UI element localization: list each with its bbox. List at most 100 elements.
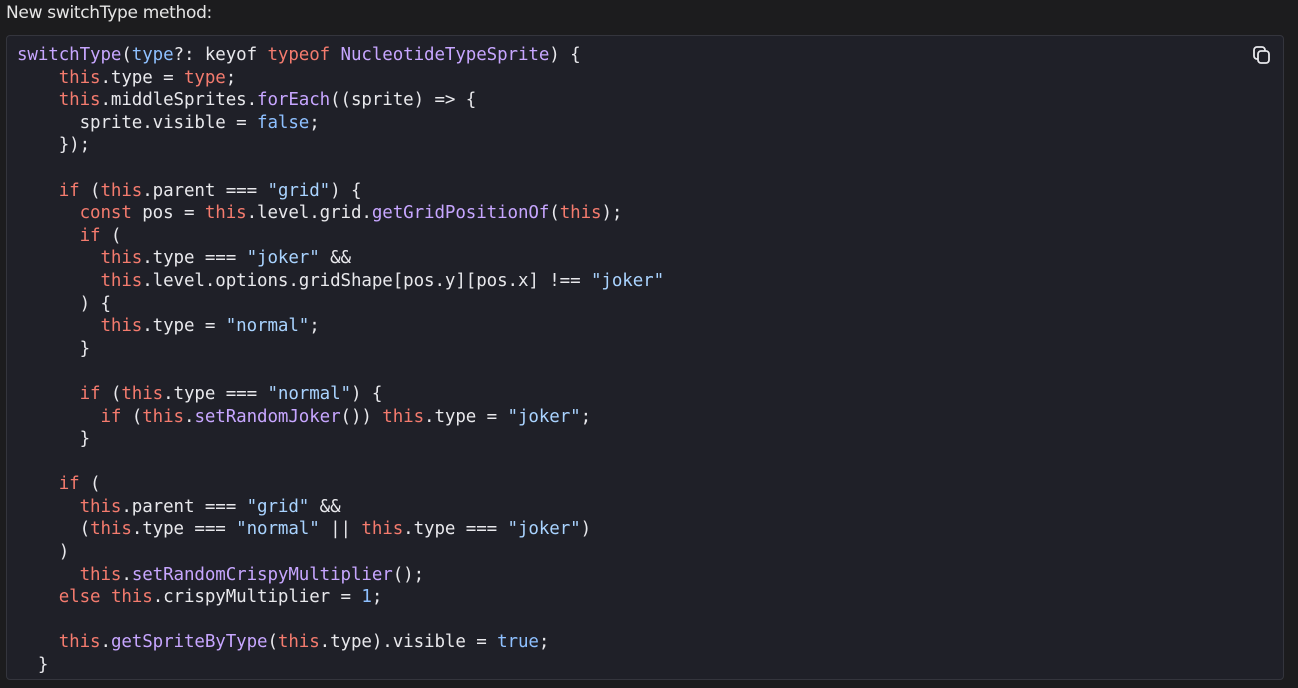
code-token-plain: ( — [549, 203, 560, 224]
code-line: if ( — [17, 225, 664, 248]
code-token-func: getSpriteByType — [110, 632, 268, 653]
code-token-func: getGridPositionOf — [371, 203, 550, 224]
code-token-plain: ; — [309, 316, 320, 337]
code-token-this: this — [361, 519, 404, 540]
code-line: this.type = type; — [17, 67, 664, 90]
code-token-plain: ( — [100, 383, 122, 404]
code-token-func: forEach — [257, 90, 331, 111]
code-line: this.middleSprites.forEach((sprite) => { — [17, 89, 664, 112]
code-token-this: this — [100, 270, 143, 291]
code-line: this.type = "normal"; — [17, 315, 664, 338]
code-token-plain: .type === — [163, 383, 268, 404]
code-token-plain: ) — [17, 542, 70, 563]
code-token-plain: ((sprite) => { — [330, 90, 477, 111]
code-token-this: this — [142, 406, 184, 427]
code-token-plain: . — [121, 564, 132, 585]
code-token-str: "normal" — [225, 316, 310, 337]
code-token-plain: ) { — [549, 45, 581, 65]
code-token-kw: typeof — [267, 45, 331, 65]
code-token-func: setRandomJoker — [194, 406, 341, 427]
code-token-plain: ()) — [340, 406, 383, 427]
code-token-str: "joker" — [507, 406, 581, 427]
code-token-plain: ( — [121, 45, 132, 65]
code-token-plain: ?: keyof — [173, 45, 268, 65]
code-line: if (this.setRandomJoker()) this.type = "… — [17, 406, 664, 429]
code-token-plain: ) — [580, 519, 592, 540]
code-token-plain: . — [184, 406, 195, 427]
code-token-bool: true — [497, 632, 539, 653]
code-token-plain: .crispyMultiplier = — [152, 587, 362, 608]
code-token-this: this — [79, 564, 122, 585]
code-token-plain: .level.options.gridShape[pos.y][pos.x] !… — [142, 270, 591, 291]
code-token-plain: ( — [79, 180, 101, 201]
code-token-plain: ( — [17, 519, 91, 540]
code-token-kw: if — [58, 474, 80, 495]
code-token-str: "grid" — [267, 180, 331, 201]
code-line: sprite.visible = false; — [17, 112, 664, 135]
code-content: switchType(type?: keyof typeof Nucleotid… — [17, 44, 664, 677]
code-token-this: this — [58, 90, 101, 111]
code-token-plain: ) { — [330, 180, 362, 201]
code-token-this: this — [79, 496, 122, 517]
code-token-plain: } — [17, 429, 91, 450]
code-token-this: this — [559, 203, 602, 224]
code-token-plain: } — [17, 338, 91, 359]
code-line: this.level.options.gridShape[pos.y][pos.… — [17, 270, 665, 293]
code-token-plain: . — [100, 632, 112, 653]
code-token-plain: ; — [538, 632, 550, 653]
code-token-plain: .type = — [142, 316, 226, 337]
code-token-str: "joker" — [507, 519, 581, 540]
code-token-func: setRandomCrispyMultiplier — [131, 564, 393, 585]
code-token-plain: .type = — [100, 67, 184, 88]
code-token-this: this — [100, 248, 143, 269]
code-token-plain: && — [309, 496, 341, 517]
code-line: if (this.type === "normal") { — [17, 383, 664, 406]
code-token-plain: ( — [100, 225, 122, 246]
code-line: this.getSpriteByType(this.type).visible … — [17, 631, 664, 654]
copy-icon — [1253, 46, 1270, 64]
code-token-plain: || — [319, 519, 362, 540]
code-token-kw: if — [100, 406, 122, 427]
code-token-plain: } — [17, 655, 49, 676]
code-token-kw: if — [79, 225, 101, 246]
code-token-plain: && — [319, 248, 351, 269]
code-token-type: NucleotideTypeSprite — [340, 45, 550, 65]
code-token-plain: .level.grid. — [246, 203, 372, 224]
code-line: } — [17, 338, 664, 361]
code-token-plain: ) { — [350, 383, 383, 404]
code-token-param: type — [131, 45, 174, 65]
code-token-this: this — [58, 632, 101, 653]
code-token-plain: ; — [309, 112, 320, 133]
code-token-func: switchType — [17, 45, 122, 65]
code-token-this: this — [204, 203, 247, 224]
copy-code-button[interactable] — [1251, 45, 1271, 65]
code-token-this: this — [58, 67, 101, 88]
code-token-str: "normal" — [267, 383, 351, 404]
code-line: ) { — [17, 293, 664, 316]
code-line: const pos = this.level.grid.getGridPosit… — [17, 202, 664, 225]
code-token-kw: const — [79, 203, 132, 224]
code-token-plain: .parent === — [142, 180, 268, 201]
code-line: this.setRandomCrispyMultiplier(); — [17, 564, 664, 587]
code-token-plain: ; — [225, 67, 237, 88]
code-token-this: this — [100, 316, 143, 337]
code-token-this: this — [382, 406, 425, 427]
code-line: if (this.parent === "grid") { — [17, 180, 664, 203]
code-token-this: this — [277, 632, 320, 653]
code-token-this: this — [90, 519, 132, 540]
code-line: this.parent === "grid" && — [17, 496, 664, 519]
code-line: this.type === "joker" && — [17, 247, 664, 270]
code-token-this: this — [100, 180, 143, 201]
